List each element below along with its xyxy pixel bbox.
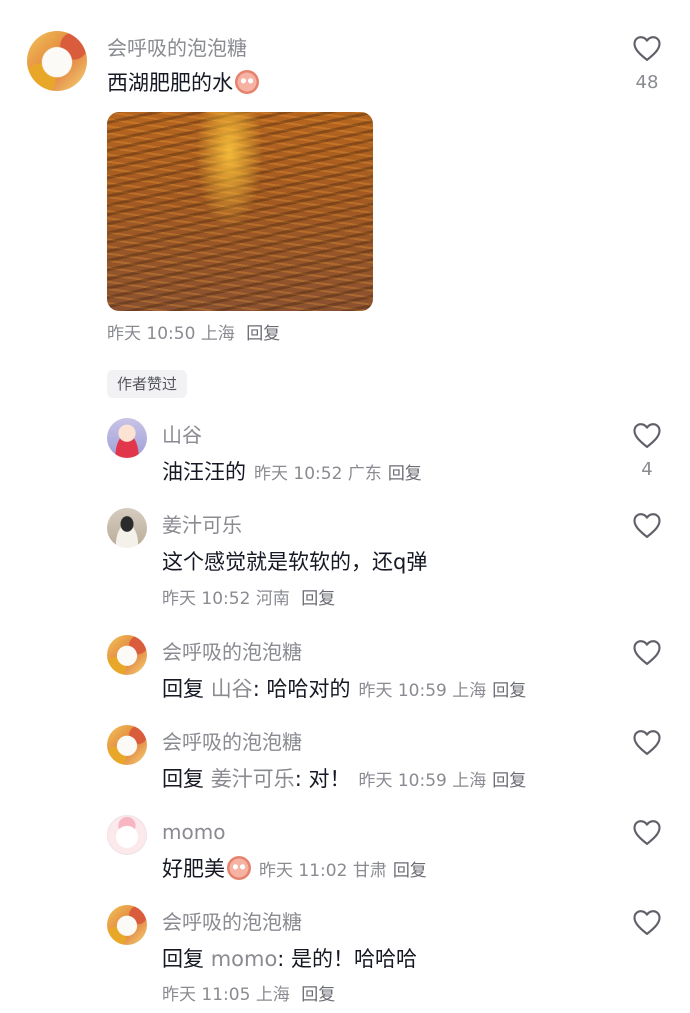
comment-username[interactable]: 会呼吸的泡泡糖 (162, 730, 302, 754)
heart-icon[interactable] (632, 511, 662, 539)
reply-button[interactable]: 回复 (301, 985, 335, 1005)
reply-target-username[interactable]: 山谷 (211, 677, 253, 701)
blush-emoji-icon (227, 856, 251, 880)
comment-time: 昨天 10:50 (107, 324, 196, 344)
comment-username[interactable]: 山谷 (162, 423, 202, 447)
comment-time: 昨天 11:02 (259, 861, 348, 881)
comment-text: 西湖肥肥的水 (107, 70, 259, 96)
comment-text-body: : 哈哈对的 (252, 677, 351, 701)
heart-icon[interactable] (632, 638, 662, 666)
reply-label: 回复 (162, 947, 204, 971)
reply-target-username[interactable]: 姜汁可乐 (211, 767, 295, 791)
comment-location: 上海 (200, 324, 235, 344)
comment-meta: 昨天 11:05 上海 回复 (162, 984, 335, 1006)
blush-emoji-icon (235, 70, 259, 94)
comment-time: 昨天 10:52 (162, 589, 251, 609)
heart-icon[interactable] (632, 421, 662, 449)
reply-button[interactable]: 回复 (393, 861, 427, 881)
comment-time: 昨天 10:52 (254, 464, 343, 484)
comment-username[interactable]: 会呼吸的泡泡糖 (162, 640, 302, 664)
comment-meta: 昨天 10:52 河南 回复 (162, 588, 335, 610)
comment-username[interactable]: 姜汁可乐 (162, 513, 242, 537)
heart-icon[interactable] (632, 34, 662, 62)
comment-text: 回复 姜汁可乐: 对！ 昨天 10:59 上海 回复 (162, 766, 526, 794)
reply-label: 回复 (162, 677, 204, 701)
comment-location: 上海 (452, 771, 487, 791)
comment-location: 上海 (255, 985, 290, 1005)
comment-username[interactable]: 会呼吸的泡泡糖 (162, 910, 302, 934)
like-count: 4 (641, 459, 653, 480)
avatar[interactable] (107, 725, 147, 765)
comment-text: 回复 山谷: 哈哈对的 昨天 10:59 上海 回复 (162, 676, 526, 704)
comment-text-body: 西湖肥肥的水 (107, 71, 233, 95)
reply-button[interactable]: 回复 (492, 681, 526, 701)
comment-time: 昨天 11:05 (162, 985, 251, 1005)
heart-icon[interactable] (632, 728, 662, 756)
avatar[interactable] (107, 418, 147, 458)
heart-icon[interactable] (632, 818, 662, 846)
comment-image[interactable] (107, 112, 373, 311)
reply-target-username[interactable]: momo (211, 947, 278, 971)
avatar[interactable] (107, 635, 147, 675)
comment-time: 昨天 10:59 (358, 681, 447, 701)
comment-text: 油汪汪的 昨天 10:52 广东 回复 (162, 459, 422, 487)
comment-meta: 昨天 10:52 广东 回复 (254, 464, 422, 484)
comment-time: 昨天 10:59 (358, 771, 447, 791)
comment-location: 广东 (347, 464, 382, 484)
comment-text-body: : 对！ (294, 767, 351, 791)
avatar[interactable] (107, 905, 147, 945)
comment-meta: 昨天 10:59 上海 回复 (358, 681, 526, 701)
comment-text-body: 油汪汪的 (162, 460, 246, 484)
comment-location: 河南 (255, 589, 290, 609)
comment-username[interactable]: 会呼吸的泡泡糖 (107, 36, 247, 60)
comment-username[interactable]: momo (162, 820, 225, 844)
avatar[interactable] (107, 508, 147, 548)
comment-text: 回复 momo: 是的！哈哈哈 (162, 946, 417, 972)
comment-location: 甘肃 (352, 861, 387, 881)
avatar[interactable] (107, 815, 147, 855)
comment-meta: 昨天 10:50 上海 回复 (107, 323, 280, 345)
author-liked-tag: 作者赞过 (107, 370, 188, 398)
comment-text-body: : 是的！哈哈哈 (277, 947, 418, 971)
reply-button[interactable]: 回复 (301, 589, 335, 609)
reply-button[interactable]: 回复 (492, 771, 526, 791)
comment-meta: 昨天 11:02 甘肃 回复 (259, 861, 427, 881)
comment-meta: 昨天 10:59 上海 回复 (358, 771, 526, 791)
comment-location: 上海 (452, 681, 487, 701)
comment-text: 好肥美 昨天 11:02 甘肃 回复 (162, 856, 427, 884)
avatar[interactable] (27, 31, 87, 91)
comment-text-body: 好肥美 (162, 857, 225, 881)
like-count: 48 (635, 72, 659, 93)
heart-icon[interactable] (632, 908, 662, 936)
reply-label: 回复 (162, 767, 204, 791)
reply-button[interactable]: 回复 (246, 324, 280, 344)
comment-text: 这个感觉就是软软的，还q弹 (162, 550, 428, 574)
reply-button[interactable]: 回复 (388, 464, 422, 484)
